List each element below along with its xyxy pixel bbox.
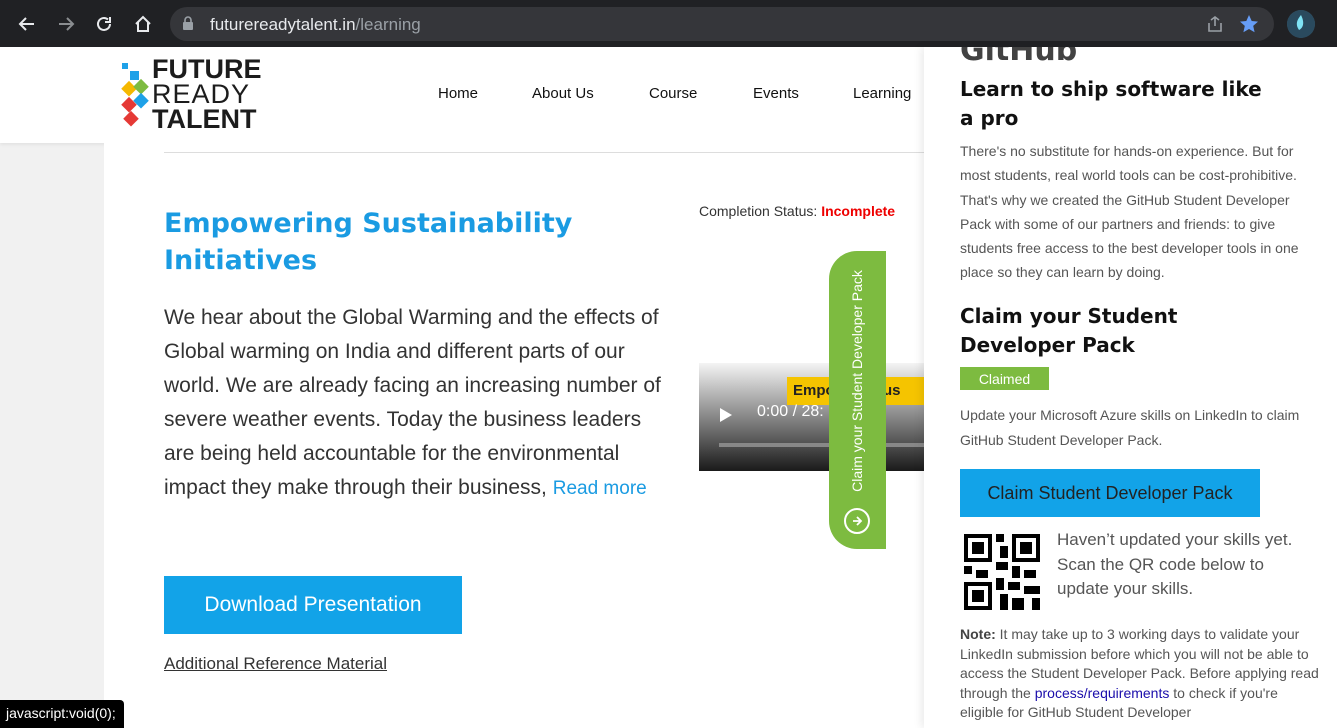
nav-about-us[interactable]: About Us (532, 85, 594, 102)
logo-wordmark: FUTURE READY TALENT (152, 54, 262, 134)
nav-learning[interactable]: Learning (853, 85, 911, 102)
arrow-right-icon (844, 508, 870, 534)
page-title: Empowering Sustainability Initiatives (164, 208, 573, 276)
claim-heading: Claim your Student Developer Pack (960, 304, 1178, 357)
home-icon[interactable] (128, 9, 158, 39)
download-presentation-button[interactable]: Download Presentation (164, 576, 462, 634)
share-icon[interactable] (1206, 15, 1224, 38)
divider (164, 152, 924, 153)
video-player[interactable]: Empo g Sus 0:00 / 28: (699, 233, 924, 471)
github-student-pack-panel: GitHub Learn to ship software like a pro… (924, 47, 1337, 728)
play-icon[interactable] (719, 407, 733, 428)
url-text: futurereadytalent.in/learning (210, 15, 421, 34)
github-logo: GitHub (960, 47, 1078, 68)
claim-pack-button[interactable]: Claim Student Developer Pack (960, 469, 1260, 517)
nav-events[interactable]: Events (753, 85, 799, 102)
nav-course[interactable]: Course (649, 85, 697, 102)
completion-status: Completion Status: Incomplete (699, 203, 896, 219)
learn-heading: Learn to ship software like a pro (960, 77, 1262, 130)
intro-text: There's no substitute for hands-on exper… (960, 143, 1299, 281)
nav-home[interactable]: Home (438, 85, 478, 102)
site-header: FUTURE READY TALENT Home About Us Course… (0, 47, 924, 143)
qr-instructions: Haven’t updated your skills yet. Scan th… (1057, 530, 1293, 598)
browser-status-bar: javascript:void(0); (0, 700, 124, 728)
qr-code-icon (964, 534, 1040, 610)
update-skills-text: Update your Microsoft Azure skills on Li… (960, 407, 1300, 448)
additional-reference-link[interactable]: Additional Reference Material (164, 654, 387, 674)
browser-toolbar: futurereadytalent.in/learning (0, 0, 1337, 47)
claim-tab-label: Claim your Student Developer Pack (849, 270, 865, 492)
note-text: Note: It may take up to 3 working days t… (960, 626, 1319, 720)
reload-icon[interactable] (89, 9, 119, 39)
video-time: 0:00 / 28: (757, 403, 824, 420)
video-progress-bar[interactable] (719, 443, 924, 447)
read-more-link[interactable]: Read more (553, 478, 647, 499)
status-badge: Incomplete (821, 203, 896, 219)
profile-avatar[interactable] (1287, 10, 1315, 38)
claim-pack-side-tab[interactable]: Claim your Student Developer Pack (829, 251, 886, 549)
lock-icon[interactable] (182, 16, 194, 36)
forward-icon[interactable] (51, 9, 81, 39)
star-icon[interactable] (1238, 13, 1260, 40)
description-text: We hear about the Global Warming and the… (164, 306, 661, 499)
address-bar[interactable]: futurereadytalent.in/learning (170, 7, 1274, 41)
process-requirements-link[interactable]: process/requirements (1035, 685, 1170, 701)
content-card: Empowering Sustainability Initiatives We… (104, 143, 924, 728)
future-ready-talent-logo[interactable]: FUTURE READY TALENT (120, 54, 265, 137)
claimed-badge: Claimed (960, 367, 1049, 390)
back-icon[interactable] (12, 9, 42, 39)
